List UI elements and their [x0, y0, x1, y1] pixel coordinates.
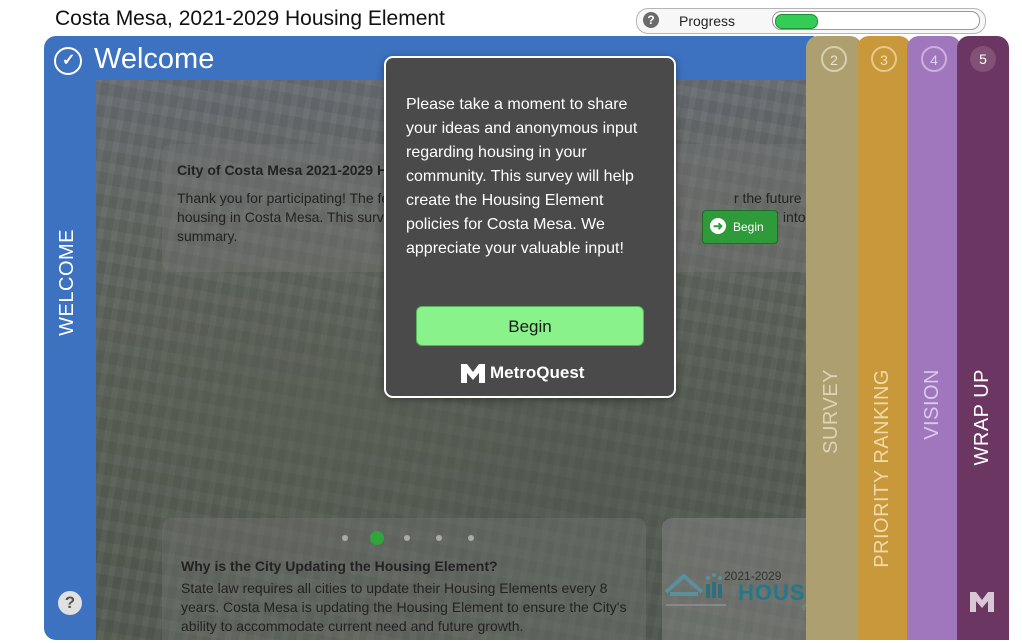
metroquest-logo-icon: [461, 364, 485, 383]
arrow-right-circle-icon: ➜: [710, 218, 726, 234]
tab-wrap-up[interactable]: 5 WRAP UP: [957, 36, 1009, 640]
begin-button-secondary-label: Begin: [733, 220, 764, 234]
tab-survey[interactable]: 2 SURVEY: [806, 36, 862, 640]
tab-vision-label: VISION: [921, 369, 943, 440]
carousel-dot[interactable]: [404, 535, 410, 541]
tab-survey-label-wrap: SURVEY: [820, 92, 846, 454]
progress-bar: [772, 11, 980, 30]
begin-button[interactable]: Begin: [416, 306, 644, 346]
tab-wrap-label-wrap: WRAP UP: [971, 92, 997, 465]
house-family-icon: [664, 573, 726, 606]
welcome-heading: Welcome: [94, 43, 215, 75]
welcome-vertical-text: WELCOME: [56, 229, 78, 336]
question-circle-icon[interactable]: ?: [58, 591, 82, 615]
intro-card-title: City of Costa Mesa 2021-2029 Ho: [177, 162, 396, 178]
modal-message: Please take a moment to share your ideas…: [406, 96, 638, 257]
metroquest-brand-name: MetroQuest: [490, 363, 585, 382]
housing-element-logo-card: 2021-2029 HOUSING element: [662, 518, 814, 640]
intro-line: summary.: [177, 228, 238, 244]
intro-line: housing in Costa Mesa. This surve: [177, 209, 392, 225]
top-bar: Costa Mesa, 2021-2029 Housing Element ? …: [0, 0, 1022, 36]
app-title: Costa Mesa, 2021-2029 Housing Element: [55, 7, 445, 30]
intro-card-body-left: Thank you for participating! The fee hou…: [177, 189, 397, 246]
tab-wrap-label: WRAP UP: [971, 369, 993, 466]
intro-line: r the future of: [733, 190, 814, 206]
progress-bar-fill: [775, 14, 818, 29]
begin-button-secondary[interactable]: ➜ Begin: [702, 210, 778, 244]
check-circle-icon: [54, 47, 82, 75]
tab-vision[interactable]: 4 VISION: [907, 36, 961, 640]
tab-survey-number: 2: [821, 46, 847, 72]
info-card: Why is the City Updating the Housing Ele…: [162, 518, 646, 640]
progress-label: Progress: [679, 13, 736, 29]
carousel-dot[interactable]: [436, 535, 442, 541]
carousel-dot[interactable]: [342, 535, 348, 541]
tab-wrap-number: 5: [970, 46, 996, 72]
tab-priority-label: PRIORITY RANKING: [871, 369, 893, 568]
progress-widget: ? Progress: [636, 8, 986, 34]
tab-vision-label-wrap: VISION: [921, 92, 947, 440]
carousel-dot-active[interactable]: [370, 531, 384, 545]
info-card-body: State law requires all cities to update …: [181, 580, 627, 634]
intro-line: Thank you for participating! The fee: [177, 190, 397, 206]
info-card-title: Why is the City Updating the Housing Ele…: [181, 558, 498, 574]
tab-vision-number: 4: [921, 46, 947, 72]
carousel-dots[interactable]: [342, 528, 502, 548]
progress-help-icon[interactable]: ?: [643, 12, 659, 28]
welcome-vertical-tab-label[interactable]: WELCOME: [56, 92, 82, 336]
carousel-dot[interactable]: [468, 535, 474, 541]
tab-priority-label-wrap: PRIORITY RANKING: [871, 92, 897, 568]
tab-survey-label: SURVEY: [820, 369, 842, 454]
intro-modal: Please take a moment to share your ideas…: [384, 56, 676, 398]
tab-priority-number: 3: [871, 46, 897, 72]
tab-priority-ranking[interactable]: 3 PRIORITY RANKING: [857, 36, 911, 640]
metroquest-logo-icon: [970, 592, 994, 612]
